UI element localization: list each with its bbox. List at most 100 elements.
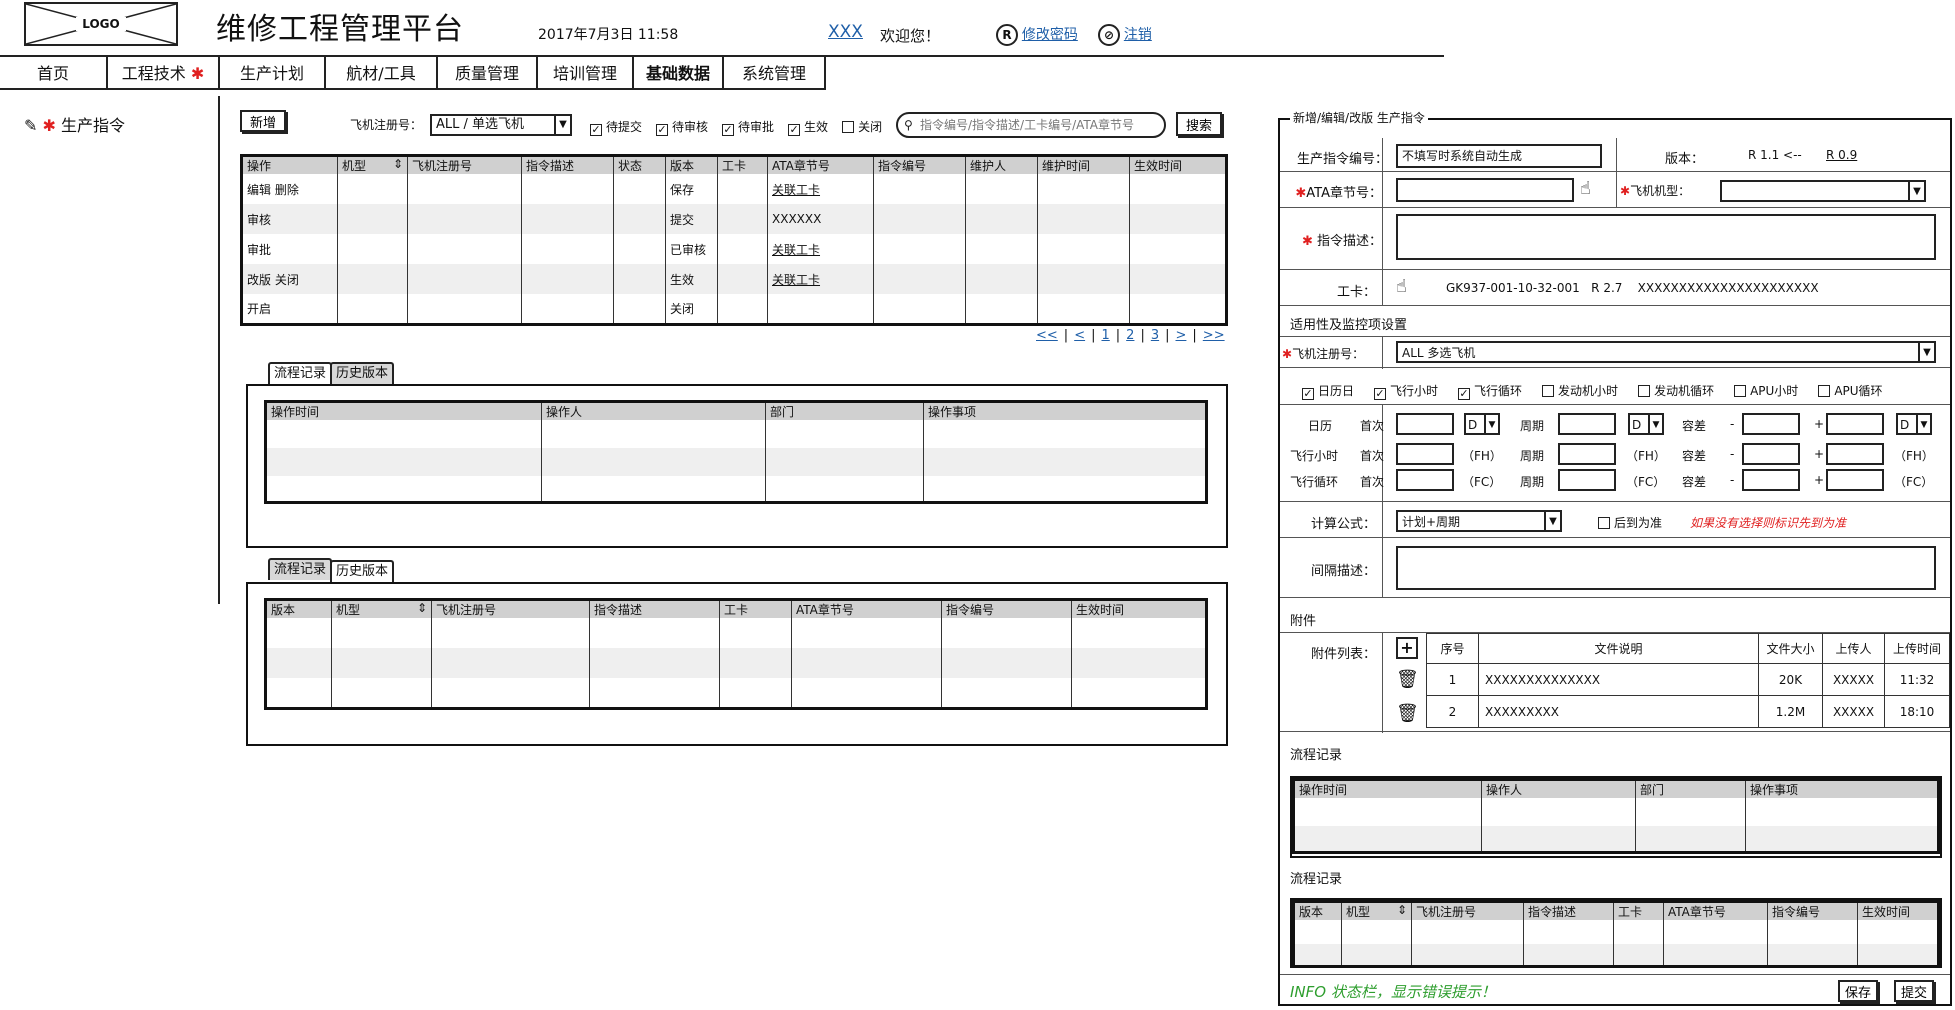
checkbox-icon[interactable] bbox=[1542, 385, 1555, 397]
tab-flow-record[interactable]: 流程记录 bbox=[268, 558, 333, 580]
nav-engineering[interactable]: 工程技术 ✱ bbox=[108, 57, 220, 90]
tolerance-minus-input[interactable] bbox=[1742, 469, 1800, 491]
col-header-sortable[interactable]: 机型 ⇕ bbox=[1341, 901, 1412, 920]
unit-select[interactable]: D ▼ bbox=[1896, 413, 1932, 435]
page-prev[interactable]: < bbox=[1074, 328, 1085, 343]
monitor-option[interactable]: ✓ 飞行小时 bbox=[1374, 382, 1438, 400]
reg-filter-select[interactable]: ALL / 单选飞机 ▼ bbox=[430, 114, 572, 136]
nav-quality[interactable]: 质量管理 bbox=[438, 57, 538, 90]
table-cell[interactable]: 审核 bbox=[241, 204, 338, 234]
checkbox-checked-icon[interactable]: ✓ bbox=[722, 124, 735, 136]
desc-textarea[interactable] bbox=[1396, 214, 1936, 260]
filter-effective[interactable]: ✓ 生效 bbox=[788, 118, 828, 136]
trash-icon[interactable]: 🗑 bbox=[1396, 669, 1419, 690]
page-1[interactable]: 1 bbox=[1101, 328, 1109, 343]
version-prev-link[interactable]: R 0.9 bbox=[1826, 148, 1857, 162]
checkbox-checked-icon[interactable]: ✓ bbox=[1458, 388, 1471, 400]
page-2[interactable]: 2 bbox=[1126, 328, 1134, 343]
unit-select[interactable]: D ▼ bbox=[1464, 413, 1500, 435]
checkbox-checked-icon[interactable]: ✓ bbox=[656, 124, 669, 136]
checkbox-icon[interactable] bbox=[1598, 517, 1610, 529]
interval-textarea[interactable] bbox=[1396, 546, 1936, 590]
search-input[interactable]: ⚲ 指令编号/指令描述/工卡编号/ATA章节号 bbox=[896, 112, 1166, 138]
table-cell[interactable]: 审批 bbox=[241, 234, 338, 264]
table-cell[interactable]: 编辑 删除 bbox=[241, 174, 338, 204]
tolerance-plus-input[interactable] bbox=[1826, 469, 1884, 491]
table-cell[interactable]: 关联工卡 bbox=[767, 264, 874, 294]
logout-label[interactable]: 注销 bbox=[1124, 27, 1152, 43]
table-cell[interactable]: 关联工卡 bbox=[767, 234, 874, 264]
ata-input[interactable] bbox=[1396, 178, 1574, 202]
filter-closed[interactable]: 关闭 bbox=[842, 118, 882, 136]
submit-button[interactable]: 提交 bbox=[1894, 980, 1934, 1002]
period-input[interactable] bbox=[1558, 443, 1616, 465]
checkbox-icon[interactable] bbox=[1638, 385, 1651, 397]
page-3[interactable]: 3 bbox=[1151, 328, 1159, 343]
save-button[interactable]: 保存 bbox=[1838, 980, 1878, 1002]
user-name-link[interactable]: XXX bbox=[828, 22, 863, 42]
filter-pending-approve[interactable]: ✓ 待审批 bbox=[722, 118, 774, 136]
nav-engineering-label[interactable]: 工程技术 bbox=[122, 64, 186, 83]
period-input[interactable] bbox=[1558, 413, 1616, 435]
checkbox-icon[interactable] bbox=[1818, 385, 1831, 397]
col-header-sortable[interactable]: 机型 ⇕ bbox=[331, 599, 432, 618]
nav-home[interactable]: 首页 bbox=[0, 57, 108, 90]
monitor-option[interactable]: ✓ 日历日 bbox=[1302, 382, 1354, 400]
page-first[interactable]: << bbox=[1036, 328, 1058, 343]
first-input[interactable] bbox=[1396, 413, 1454, 435]
code-input[interactable]: 不填写时系统自动生成 bbox=[1396, 144, 1602, 168]
monitor-option[interactable]: 发动机小时 bbox=[1542, 382, 1618, 400]
hand-pointer-icon[interactable]: ☝ bbox=[1396, 276, 1407, 297]
period-input[interactable] bbox=[1558, 469, 1616, 491]
checkbox-checked-icon[interactable]: ✓ bbox=[788, 124, 801, 136]
monitor-option[interactable]: 发动机循环 bbox=[1638, 382, 1714, 400]
checkbox-checked-icon[interactable]: ✓ bbox=[1302, 388, 1314, 400]
tab-history-version[interactable]: 历史版本 bbox=[330, 362, 395, 384]
checkbox-checked-icon[interactable]: ✓ bbox=[1374, 388, 1387, 400]
sort-icon[interactable]: ⇕ bbox=[417, 601, 427, 615]
filter-pending-review[interactable]: ✓ 待审核 bbox=[656, 118, 708, 136]
monitor-option[interactable]: APU小时 bbox=[1734, 382, 1798, 400]
first-input[interactable] bbox=[1396, 469, 1454, 491]
sidebar-item-production-order[interactable]: ✎ ✱ 生产指令 bbox=[24, 112, 125, 136]
first-input[interactable] bbox=[1396, 443, 1454, 465]
checkbox-checked-icon[interactable]: ✓ bbox=[590, 124, 602, 136]
checkbox-icon[interactable] bbox=[842, 121, 855, 133]
tolerance-plus-input[interactable] bbox=[1826, 443, 1884, 465]
monitor-option[interactable]: APU循环 bbox=[1818, 382, 1883, 400]
monitor-option[interactable]: ✓ 飞行循环 bbox=[1458, 382, 1522, 400]
tolerance-minus-input[interactable] bbox=[1742, 413, 1800, 435]
table-cell[interactable]: 改版 关闭 bbox=[241, 264, 338, 294]
sort-icon[interactable]: ⇕ bbox=[393, 157, 403, 171]
reg-multiselect[interactable]: ALL 多选飞机 ▼ bbox=[1396, 341, 1936, 363]
trash-icon[interactable]: 🗑 bbox=[1396, 703, 1419, 724]
later-checkbox[interactable]: 后到为准 bbox=[1598, 514, 1662, 531]
checkbox-icon[interactable] bbox=[1734, 385, 1747, 397]
change-password-label[interactable]: 修改密码 bbox=[1022, 27, 1078, 43]
filter-pending-submit[interactable]: ✓ 待提交 bbox=[590, 118, 642, 136]
logout-link[interactable]: ⊘ 注销 bbox=[1098, 24, 1152, 46]
hand-pointer-icon[interactable]: ☝ bbox=[1580, 178, 1591, 199]
add-attachment-icon[interactable]: + bbox=[1396, 637, 1418, 659]
aircraft-type-select[interactable]: ▼ bbox=[1720, 180, 1926, 202]
unit-select[interactable]: D ▼ bbox=[1628, 413, 1664, 435]
tolerance-plus-input[interactable] bbox=[1826, 413, 1884, 435]
nav-base-data[interactable]: 基础数据 bbox=[634, 57, 724, 90]
add-button[interactable]: 新增 bbox=[240, 110, 286, 132]
col-header-sortable[interactable]: 机型 ⇕ bbox=[337, 155, 408, 174]
tab-history-version[interactable]: 历史版本 bbox=[330, 560, 395, 582]
tolerance-minus-input[interactable] bbox=[1742, 443, 1800, 465]
table-cell[interactable]: 开启 bbox=[241, 294, 338, 324]
nav-production-plan[interactable]: 生产计划 bbox=[220, 57, 326, 90]
sort-icon[interactable]: ⇕ bbox=[1397, 903, 1407, 917]
nav-system[interactable]: 系统管理 bbox=[724, 57, 826, 90]
table-cell[interactable]: 关联工卡 bbox=[767, 174, 874, 204]
page-next[interactable]: > bbox=[1176, 328, 1187, 343]
nav-training[interactable]: 培训管理 bbox=[538, 57, 634, 90]
page-last[interactable]: >> bbox=[1203, 328, 1225, 343]
search-button[interactable]: 搜索 bbox=[1176, 112, 1222, 136]
change-password-link[interactable]: R 修改密码 bbox=[996, 24, 1078, 46]
nav-materials-tools[interactable]: 航材/工具 bbox=[326, 57, 438, 90]
formula-select[interactable]: 计划+周期 ▼ bbox=[1396, 510, 1562, 532]
tab-flow-record[interactable]: 流程记录 bbox=[268, 362, 333, 384]
